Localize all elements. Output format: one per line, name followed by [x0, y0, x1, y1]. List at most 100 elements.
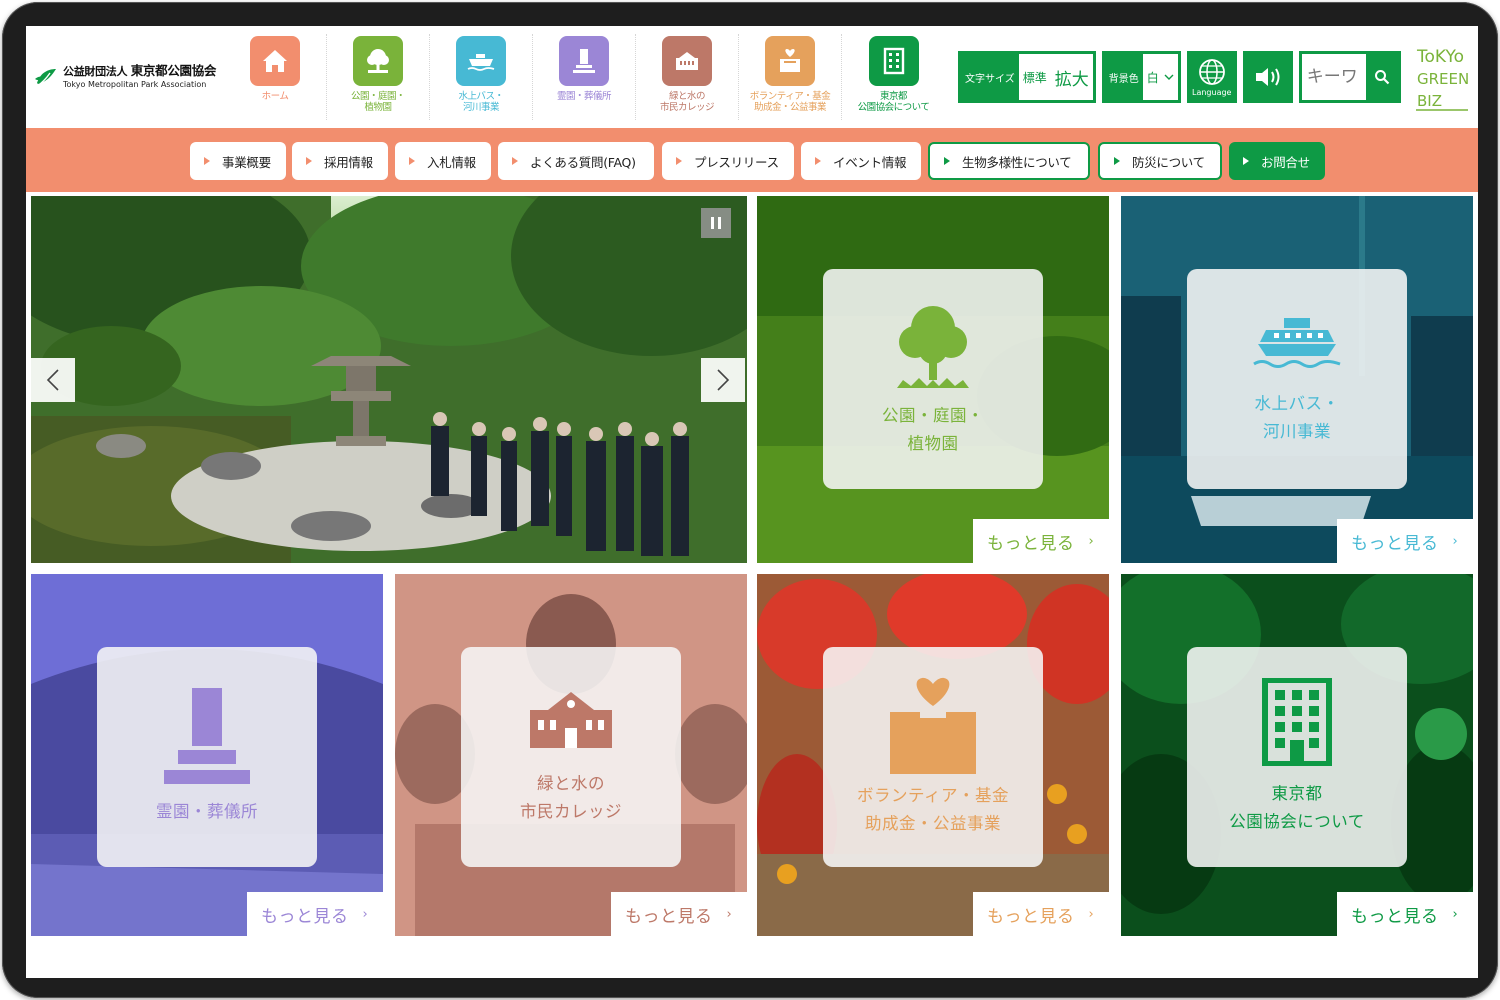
- nav-item-label: 緑と水の 市民カレッジ: [659, 91, 715, 113]
- chevron-left-icon: [46, 369, 59, 391]
- globe-icon: [1198, 59, 1225, 85]
- tile-water-bus[interactable]: 水上バス・ 河川事業 もっと見る ›: [1121, 196, 1473, 563]
- svg-text:BIZ: BIZ: [1417, 92, 1442, 110]
- chevron-down-icon: [1164, 74, 1174, 80]
- chevron-right-icon: ›: [362, 906, 369, 922]
- link-bidding[interactable]: 入札情報: [395, 142, 491, 180]
- site-header: 公益財団法人 東京都公園協会 Tokyo Metropolitan Park A…: [26, 26, 1478, 128]
- chevron-right-icon: ›: [1088, 906, 1095, 922]
- more-label: もっと見る: [987, 533, 1075, 554]
- search-icon: [1374, 70, 1390, 85]
- link-recruitment[interactable]: 採用情報: [292, 142, 388, 180]
- building-icon: [868, 36, 919, 86]
- tile-title: 公園・庭園・ 植物園: [882, 406, 984, 453]
- nav-item-cemeteries[interactable]: 霊園・葬儀所: [533, 34, 636, 120]
- link-label: 生物多様性について: [962, 154, 1072, 170]
- main-nav: ホーム 公園・庭園・ 植物園 水上バス・ 河川事業 霊園・葬儀所 緑と水の 市民…: [224, 34, 945, 120]
- tile-parks-more-link[interactable]: もっと見る ›: [973, 519, 1109, 563]
- more-label: もっと見る: [1351, 906, 1439, 927]
- chevron-right-icon: [717, 369, 730, 391]
- tile-water-bus-card: 水上バス・ 河川事業: [1187, 269, 1407, 489]
- search-input[interactable]: [1301, 54, 1366, 100]
- chevron-right-icon: ›: [1452, 533, 1459, 549]
- link-faq[interactable]: よくある質問(FAQ): [498, 142, 654, 180]
- nav-item-water-bus[interactable]: 水上バス・ 河川事業: [430, 34, 533, 120]
- donation-box-icon: [890, 677, 976, 774]
- nav-item-label: 水上バス・ 河川事業: [458, 91, 504, 113]
- school-icon: [662, 36, 712, 86]
- font-size-control: 文字サイズ 標準 拡大: [958, 51, 1096, 103]
- tile-volunteer-more-link[interactable]: もっと見る ›: [973, 892, 1109, 936]
- logo-english-name: Tokyo Metropolitan Park Association: [63, 79, 207, 89]
- tile-college-more-link[interactable]: もっと見る ›: [611, 892, 747, 936]
- language-button[interactable]: Language: [1186, 51, 1237, 103]
- link-business-overview[interactable]: 事業概要: [190, 142, 286, 180]
- site-search: [1298, 51, 1401, 103]
- font-size-standard-button[interactable]: 標準: [1019, 54, 1051, 100]
- tile-college-card: 緑と水の 市民カレッジ: [461, 647, 681, 867]
- tile-cemeteries[interactable]: 霊園・葬儀所 もっと見る ›: [31, 574, 383, 936]
- hero-slider[interactable]: [31, 196, 747, 563]
- site-logo[interactable]: 公益財団法人 東京都公園協会 Tokyo Metropolitan Park A…: [34, 62, 224, 92]
- slider-prev-button[interactable]: [31, 358, 75, 402]
- read-aloud-button[interactable]: [1242, 51, 1293, 103]
- tile-title: ボランティア・基金 助成金・公益事業: [856, 786, 1009, 833]
- background-color-select[interactable]: 白: [1142, 54, 1178, 100]
- hero-garden-photo: [31, 196, 747, 563]
- background-color-label: 背景色: [1104, 54, 1143, 100]
- tile-water-bus-more-link[interactable]: もっと見る ›: [1337, 519, 1473, 563]
- school-icon: [530, 692, 612, 748]
- leaf-logo-icon: [35, 69, 56, 88]
- tree-icon: [353, 36, 403, 86]
- tile-college[interactable]: 緑と水の 市民カレッジ もっと見る ›: [395, 574, 747, 936]
- home-icon: [250, 36, 300, 86]
- link-disaster-prevention[interactable]: 防災について: [1098, 142, 1222, 180]
- background-color-value: 白: [1146, 70, 1159, 85]
- link-label: 事業概要: [222, 154, 271, 170]
- tile-about[interactable]: 東京都 公園協会について もっと見る ›: [1121, 574, 1473, 936]
- link-biodiversity[interactable]: 生物多様性について: [928, 142, 1090, 180]
- link-label: お問合せ: [1261, 154, 1310, 170]
- nav-item-home[interactable]: ホーム: [224, 34, 327, 120]
- nav-item-label: ホーム: [261, 91, 289, 102]
- tile-cemeteries-more-link[interactable]: もっと見る ›: [247, 892, 383, 936]
- search-button[interactable]: [1365, 54, 1398, 100]
- tile-about-more-link[interactable]: もっと見る ›: [1337, 892, 1473, 936]
- nav-item-label: 霊園・葬儀所: [556, 91, 612, 102]
- grave-icon: [164, 688, 250, 784]
- tokyo-green-biz-logo[interactable]: ToKYo GREEN BIZ: [1414, 40, 1470, 114]
- logo-org-name: 東京都公園協会: [130, 63, 217, 79]
- tile-title: 東京都 公園協会について: [1229, 784, 1365, 831]
- link-contact[interactable]: お問合せ: [1229, 142, 1325, 180]
- tile-title: 緑と水の 市民カレッジ: [520, 774, 622, 821]
- slider-next-button[interactable]: [701, 358, 745, 402]
- nav-item-parks[interactable]: 公園・庭園・ 植物園: [327, 34, 430, 120]
- background-color-control: 背景色 白: [1101, 51, 1181, 103]
- tile-parks[interactable]: 公園・庭園・ 植物園 もっと見る ›: [757, 196, 1109, 563]
- link-label: よくある質問(FAQ): [530, 154, 636, 170]
- font-size-large-button[interactable]: 拡大: [1051, 54, 1093, 100]
- link-events[interactable]: イベント情報: [801, 142, 921, 180]
- logo-prefix: 公益財団法人: [63, 65, 128, 79]
- quick-links-bar: 事業概要 採用情報 入札情報 よくある質問(FAQ) プレスリリース イベント情…: [26, 128, 1478, 192]
- slider-pause-button[interactable]: [701, 208, 731, 238]
- pause-icon: [711, 217, 721, 229]
- svg-text:GREEN: GREEN: [1417, 70, 1469, 88]
- tile-about-card: 東京都 公園協会について: [1187, 647, 1407, 867]
- tile-cemeteries-card: 霊園・葬儀所: [97, 647, 317, 867]
- nav-item-about[interactable]: 東京都 公園協会について: [842, 34, 945, 120]
- link-press-release[interactable]: プレスリリース: [662, 142, 794, 180]
- nav-item-label: 東京都 公園協会について: [857, 91, 930, 113]
- chevron-right-icon: ›: [1088, 533, 1095, 549]
- nav-item-college[interactable]: 緑と水の 市民カレッジ: [636, 34, 739, 120]
- nav-item-volunteer[interactable]: ボランティア・基金 助成金・公益事業: [739, 34, 842, 120]
- ship-icon: [456, 36, 506, 86]
- speaker-icon: [1255, 68, 1280, 86]
- language-label: Language: [1191, 88, 1232, 97]
- svg-text:ToKYo: ToKYo: [1416, 47, 1464, 67]
- more-label: もっと見る: [987, 906, 1075, 927]
- link-label: プレスリリース: [694, 154, 779, 170]
- tile-volunteer-card: ボランティア・基金 助成金・公益事業: [823, 647, 1043, 867]
- tile-volunteer[interactable]: ボランティア・基金 助成金・公益事業 もっと見る ›: [757, 574, 1109, 936]
- font-size-label: 文字サイズ: [961, 54, 1019, 100]
